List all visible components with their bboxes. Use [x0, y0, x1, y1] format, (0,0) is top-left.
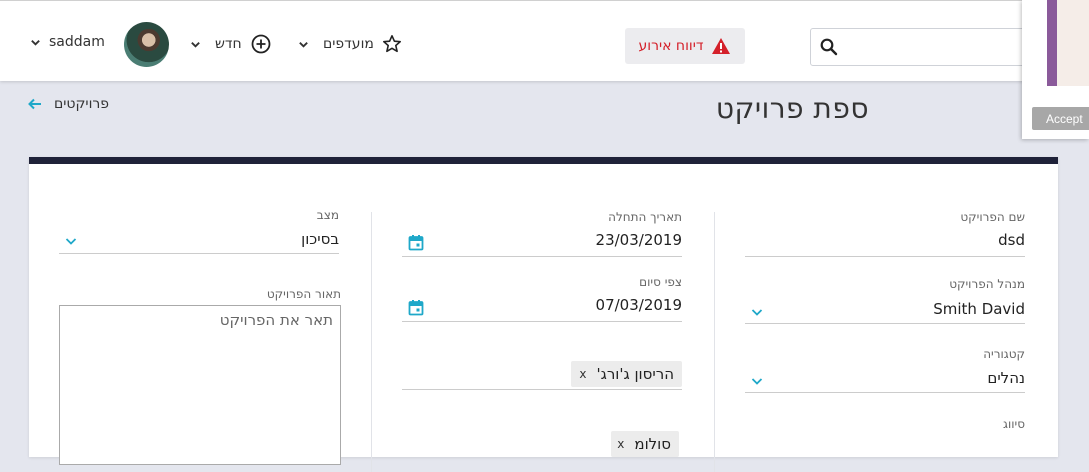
member-chip: הריסון ג'ורג' x [571, 361, 682, 387]
project-name-value[interactable]: dsd [998, 231, 1025, 249]
star-icon [382, 35, 401, 53]
arrow-left-icon [28, 98, 41, 110]
classification-label: סיווג [1003, 417, 1025, 431]
category-value: נהלים [987, 369, 1025, 387]
chevron-down-icon[interactable] [65, 236, 77, 246]
field-underline [59, 253, 339, 254]
avatar[interactable] [124, 22, 169, 67]
accept-button[interactable]: Accept [1032, 107, 1089, 130]
back-link[interactable]: פרויקטים [28, 96, 109, 112]
field-underline [402, 256, 682, 257]
member-chip-label: סולומ [634, 435, 671, 453]
column-divider [714, 212, 715, 472]
search-input[interactable] [845, 29, 1039, 65]
classification-field[interactable]: סיווג [745, 417, 1025, 447]
project-manager-label: מנהל הפרויקט [949, 277, 1025, 291]
field-underline [745, 256, 1025, 257]
status-label: מצב [316, 208, 339, 222]
status-value: בסיכון [301, 230, 339, 248]
category-select[interactable]: קטגוריה נהלים [745, 347, 1025, 393]
report-incident-button[interactable]: דיווח אירוע [625, 28, 745, 64]
start-date-field[interactable]: תאריך התחלה 23/03/2019 [402, 210, 682, 257]
column-divider [371, 212, 372, 472]
user-menu[interactable]: saddam [30, 34, 105, 50]
back-label: פרויקטים [54, 96, 110, 112]
chevron-down-icon [31, 39, 40, 46]
description-label-row: תאור הפרויקט [59, 287, 341, 303]
search-box[interactable] [810, 28, 1042, 66]
search-icon[interactable] [820, 38, 838, 56]
favorites-menu[interactable]: מועדפים [298, 34, 402, 54]
end-date-label: צפי סיום [639, 275, 682, 289]
chevron-down-icon[interactable] [751, 376, 763, 386]
project-form-card: שם הפרויקט dsd מנהל הפרויקט Smith David … [29, 157, 1058, 472]
plus-circle-icon [251, 34, 271, 54]
favorites-label: מועדפים [323, 36, 374, 52]
project-manager-value: Smith David [933, 300, 1025, 318]
start-date-value[interactable]: 23/03/2019 [596, 231, 682, 249]
report-label: דיווח אירוע [638, 38, 704, 54]
chevron-down-icon [191, 41, 200, 48]
username-label: saddam [49, 34, 105, 50]
field-underline [402, 321, 682, 322]
project-name-field[interactable]: שם הפרויקט dsd [745, 210, 1025, 257]
preview-strip [1047, 0, 1057, 86]
page-title: ספת פרויקט [715, 92, 869, 125]
category-label: קטגוריה [983, 347, 1025, 361]
chevron-down-icon[interactable] [751, 307, 763, 317]
end-date-value[interactable]: 07/03/2019 [596, 296, 682, 314]
start-date-label: תאריך התחלה [608, 210, 682, 224]
description-textarea[interactable] [60, 306, 340, 464]
notice-popup: Accept [1022, 0, 1089, 139]
description-label: תאור הפרויקט [266, 287, 341, 301]
new-menu[interactable]: חדש [190, 34, 271, 54]
field-underline [402, 389, 682, 390]
calendar-icon[interactable] [408, 299, 424, 316]
remove-chip-button[interactable]: x [579, 367, 586, 381]
description-textarea-wrapper [59, 305, 341, 465]
end-date-field[interactable]: צפי סיום 07/03/2019 [402, 275, 682, 322]
members-field[interactable]: הריסון ג'ורג' x [402, 349, 682, 390]
top-bar: saddam חדש מועדפים דיווח אירוע [0, 0, 1089, 81]
calendar-icon[interactable] [408, 234, 424, 251]
project-manager-select[interactable]: מנהל הפרויקט Smith David [745, 277, 1025, 324]
field-underline [745, 323, 1025, 324]
new-label: חדש [215, 36, 242, 52]
member-chip-label: הריסון ג'ורג' [596, 365, 674, 383]
remove-chip-button[interactable]: x [617, 437, 624, 451]
member-chip: סולומ x [611, 431, 679, 457]
preview-thumbnail [1047, 0, 1089, 86]
chevron-down-icon [299, 41, 308, 48]
warning-icon [712, 38, 731, 54]
field-underline [745, 392, 1025, 393]
project-name-label: שם הפרויקט [960, 210, 1025, 224]
status-select[interactable]: מצב בסיכון [59, 208, 339, 254]
